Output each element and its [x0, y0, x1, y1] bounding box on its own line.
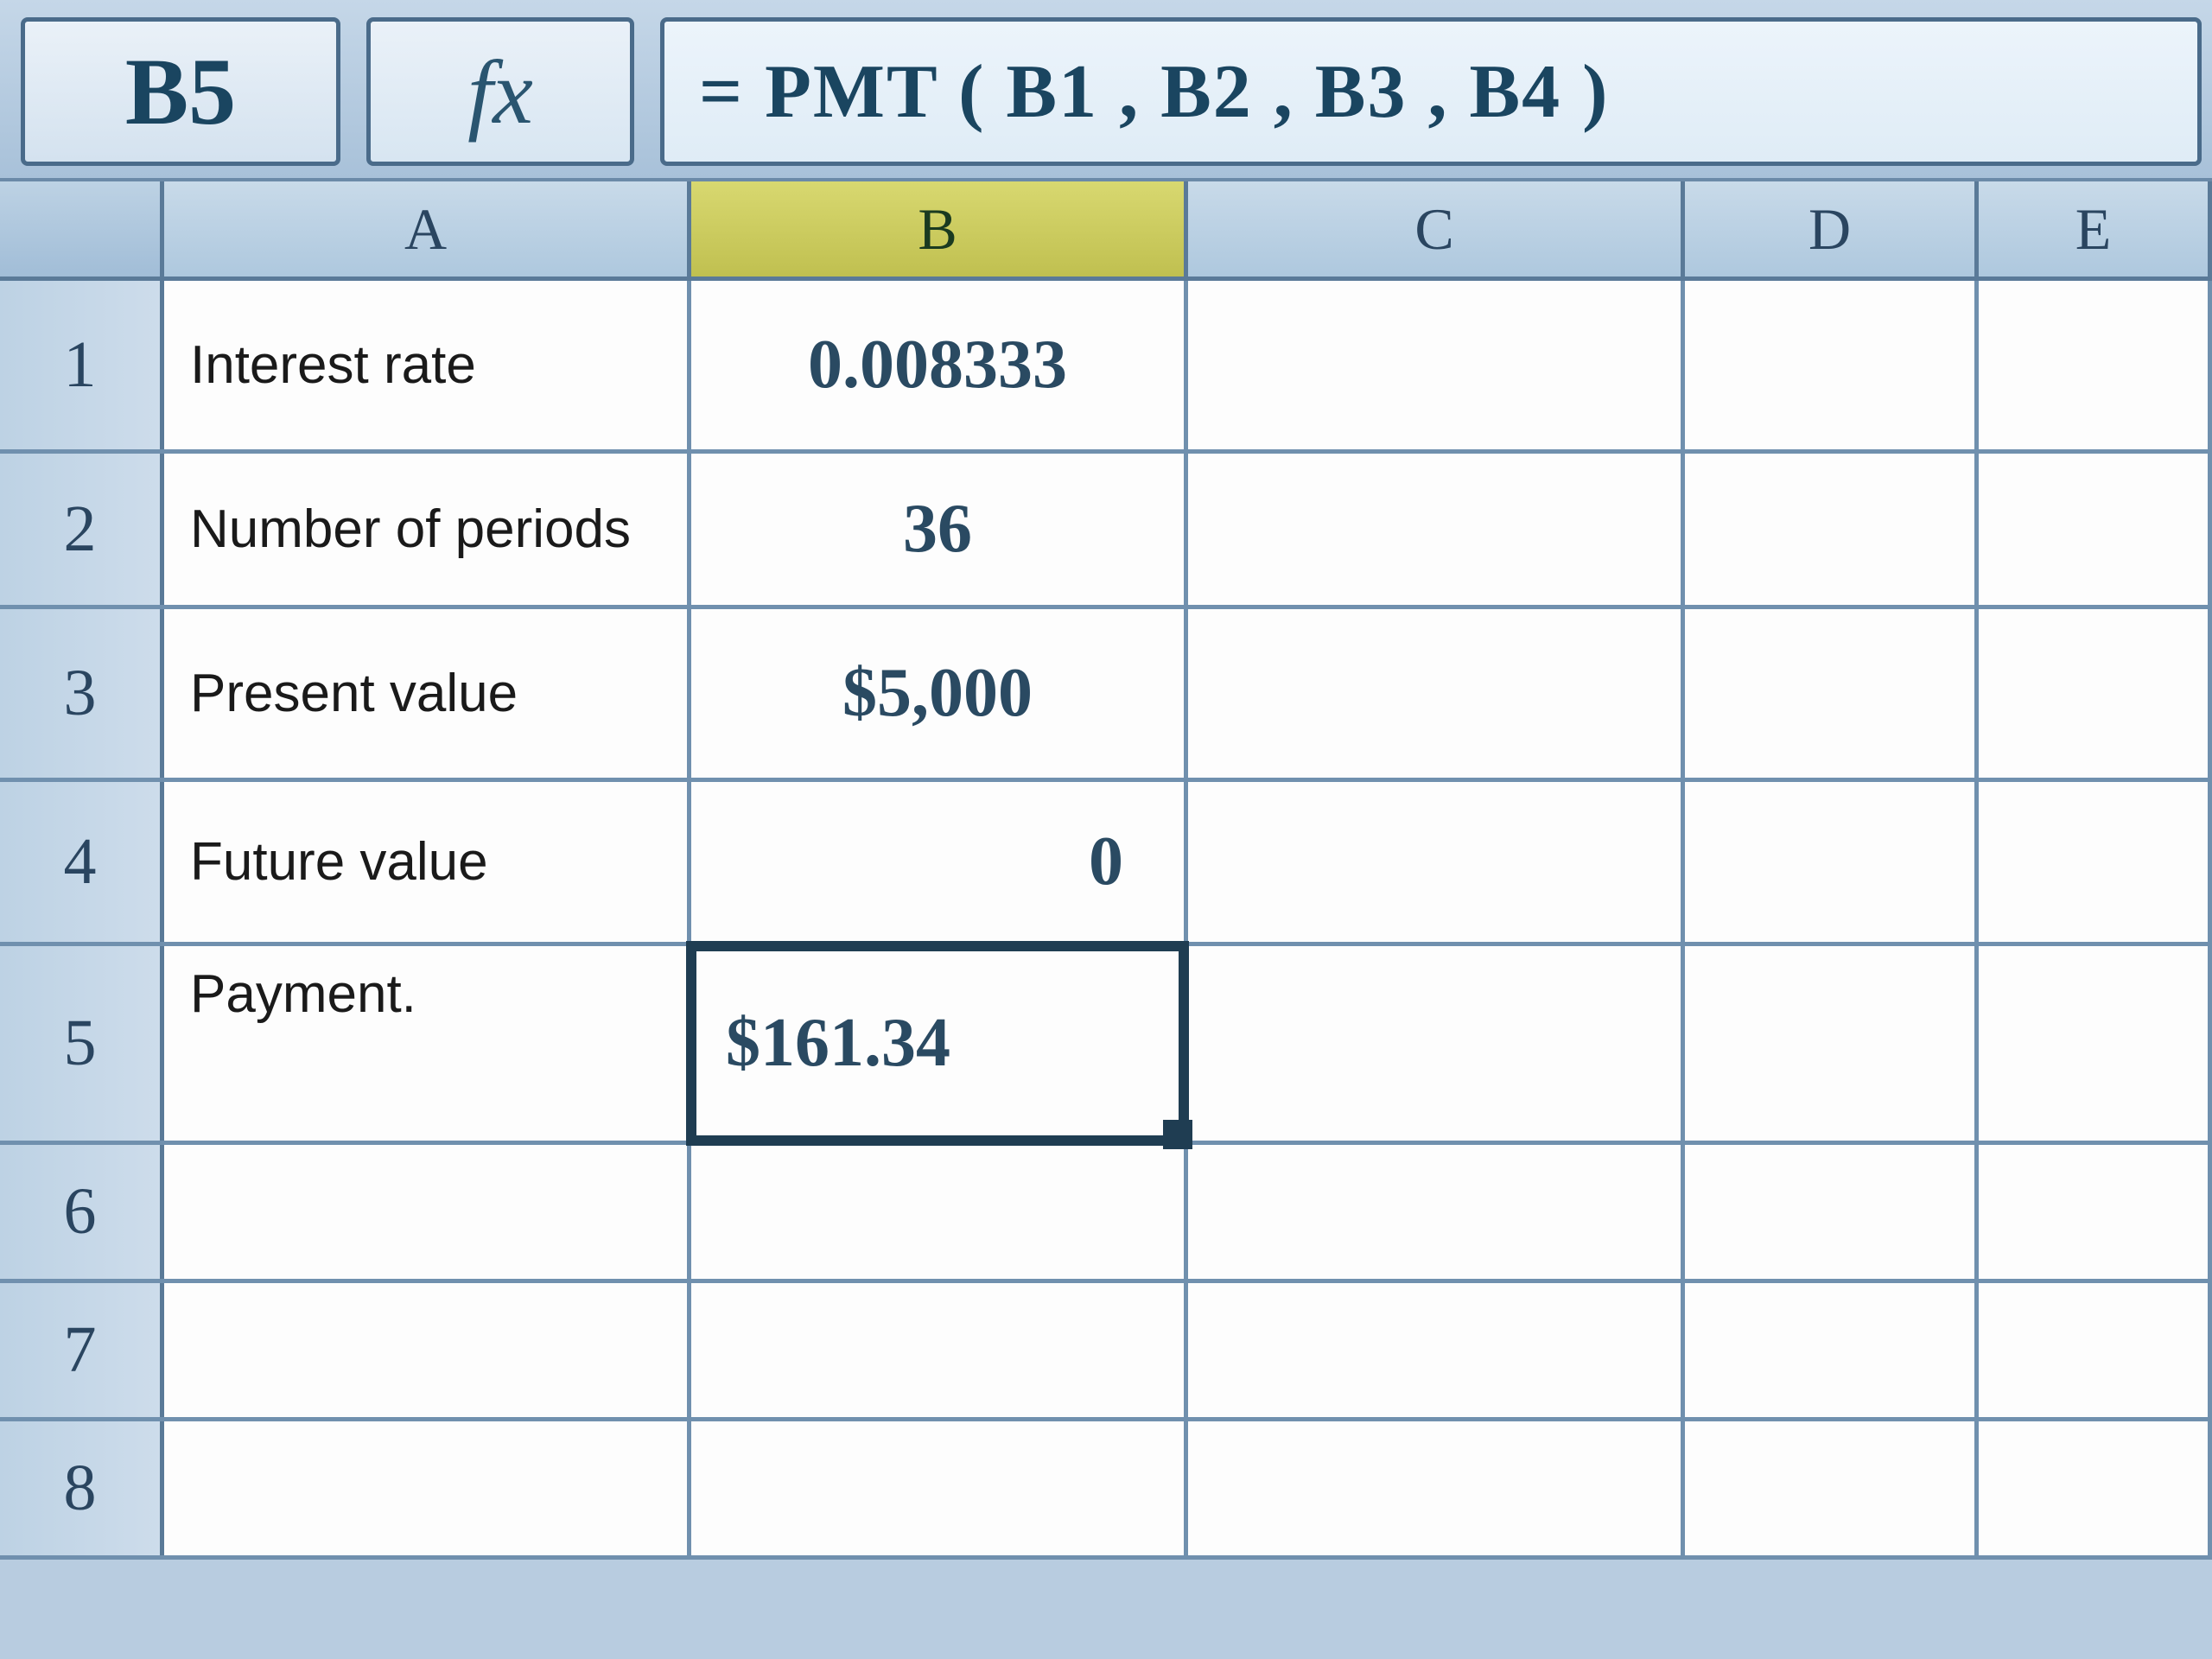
cell-C5[interactable] [1188, 946, 1685, 1141]
select-all-corner[interactable] [0, 181, 164, 276]
formula-input[interactable]: = PMT ( B1 , B2 , B3 , B4 ) [660, 17, 2202, 166]
cell-E3[interactable] [1979, 609, 2212, 778]
cell-E2[interactable] [1979, 454, 2212, 605]
row-header-5[interactable]: 5 [0, 946, 164, 1141]
spreadsheet-grid: A B C D E 1 Interest rate 0.008333 2 Num… [0, 181, 2212, 1560]
cell-C7[interactable] [1188, 1283, 1685, 1417]
cell-E1[interactable] [1979, 281, 2212, 449]
row-header-3[interactable]: 3 [0, 609, 164, 778]
row-header-6[interactable]: 6 [0, 1145, 164, 1279]
cell-B4[interactable]: 0 [691, 782, 1188, 942]
cell-B5[interactable]: $161.34 [691, 946, 1188, 1141]
cell-D7[interactable] [1685, 1283, 1979, 1417]
cell-E5[interactable] [1979, 946, 2212, 1141]
fx-button[interactable]: fx [366, 17, 634, 166]
col-header-C[interactable]: C [1188, 181, 1685, 276]
cell-D4[interactable] [1685, 782, 1979, 942]
cell-A5[interactable]: Payment. [164, 946, 691, 1141]
row-header-1[interactable]: 1 [0, 281, 164, 449]
row-1: 1 Interest rate 0.008333 [0, 281, 2212, 454]
cell-C3[interactable] [1188, 609, 1685, 778]
cell-B6[interactable] [691, 1145, 1188, 1279]
column-headers: A B C D E [0, 181, 2212, 281]
cell-C4[interactable] [1188, 782, 1685, 942]
cell-C8[interactable] [1188, 1421, 1685, 1555]
row-header-7[interactable]: 7 [0, 1283, 164, 1417]
row-5: 5 Payment. $161.34 [0, 946, 2212, 1145]
cell-E8[interactable] [1979, 1421, 2212, 1555]
fill-handle[interactable] [1163, 1120, 1192, 1149]
cell-D3[interactable] [1685, 609, 1979, 778]
cell-D1[interactable] [1685, 281, 1979, 449]
cell-E4[interactable] [1979, 782, 2212, 942]
cell-D5[interactable] [1685, 946, 1979, 1141]
col-header-E[interactable]: E [1979, 181, 2212, 276]
cell-A2[interactable]: Number of periods [164, 454, 691, 605]
cell-A4[interactable]: Future value [164, 782, 691, 942]
row-4: 4 Future value 0 [0, 782, 2212, 946]
col-header-D[interactable]: D [1685, 181, 1979, 276]
cell-E7[interactable] [1979, 1283, 2212, 1417]
cell-C1[interactable] [1188, 281, 1685, 449]
cell-D6[interactable] [1685, 1145, 1979, 1279]
col-header-B[interactable]: B [691, 181, 1188, 276]
cell-A8[interactable] [164, 1421, 691, 1555]
cell-D2[interactable] [1685, 454, 1979, 605]
cell-B8[interactable] [691, 1421, 1188, 1555]
name-box[interactable]: B5 [21, 17, 340, 166]
row-header-4[interactable]: 4 [0, 782, 164, 942]
row-3: 3 Present value $5,000 [0, 609, 2212, 782]
row-2: 2 Number of periods 36 [0, 454, 2212, 609]
cell-D8[interactable] [1685, 1421, 1979, 1555]
cell-A6[interactable] [164, 1145, 691, 1279]
cell-B3[interactable]: $5,000 [691, 609, 1188, 778]
cell-A3[interactable]: Present value [164, 609, 691, 778]
cell-E6[interactable] [1979, 1145, 2212, 1279]
cell-A1[interactable]: Interest rate [164, 281, 691, 449]
cell-B5-value: $161.34 [726, 1004, 950, 1083]
row-6: 6 [0, 1145, 2212, 1283]
row-header-8[interactable]: 8 [0, 1421, 164, 1555]
col-header-A[interactable]: A [164, 181, 691, 276]
formula-bar: B5 fx = PMT ( B1 , B2 , B3 , B4 ) [0, 0, 2212, 181]
row-header-2[interactable]: 2 [0, 454, 164, 605]
row-7: 7 [0, 1283, 2212, 1421]
cell-C2[interactable] [1188, 454, 1685, 605]
row-8: 8 [0, 1421, 2212, 1560]
cell-C6[interactable] [1188, 1145, 1685, 1279]
cell-A7[interactable] [164, 1283, 691, 1417]
cell-B1[interactable]: 0.008333 [691, 281, 1188, 449]
cell-B2[interactable]: 36 [691, 454, 1188, 605]
cell-B7[interactable] [691, 1283, 1188, 1417]
